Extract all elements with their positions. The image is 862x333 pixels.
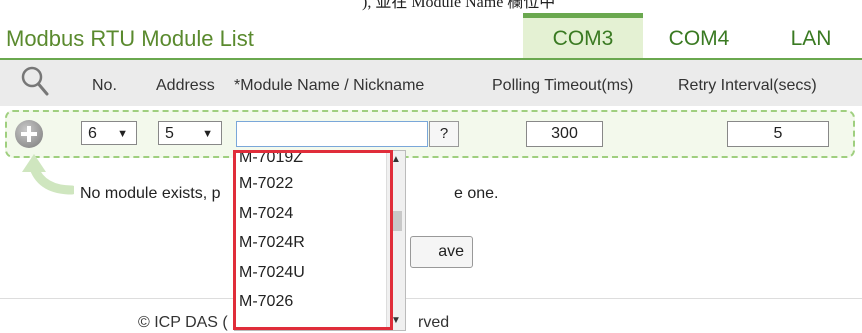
empty-message-tail: e one.	[454, 185, 499, 202]
empty-message: No module exists, p	[80, 185, 221, 202]
retry-interval-input[interactable]: 5	[727, 121, 829, 147]
dropdown-scrollbar[interactable]: ▲ ▼	[386, 151, 405, 330]
add-module-row: 6 ▼ 5 ▼ ? 300 5	[5, 110, 855, 158]
column-no: No.	[92, 77, 117, 94]
add-icon[interactable]	[15, 120, 43, 148]
dropdown-option[interactable]: M-7019Z	[235, 151, 389, 169]
tab-com4[interactable]: COM4	[648, 18, 750, 58]
tab-lan[interactable]: LAN	[760, 18, 862, 58]
chevron-down-icon: ▼	[202, 128, 213, 140]
no-select[interactable]: 6 ▼	[81, 121, 137, 145]
column-retry-interval: Retry Interval(secs)	[678, 77, 817, 94]
search-icon[interactable]	[20, 65, 50, 97]
scroll-up-icon[interactable]: ▲	[387, 151, 405, 169]
address-select[interactable]: 5 ▼	[158, 121, 222, 145]
tab-com3[interactable]: COM3	[523, 13, 643, 62]
scroll-thumb[interactable]	[390, 211, 402, 231]
footer-divider	[0, 298, 862, 299]
column-polling-timeout: Polling Timeout(ms)	[492, 77, 634, 94]
caption-strip: ), 並在 Module Name 欄位中	[0, 0, 862, 14]
column-address: Address	[156, 77, 215, 94]
dropdown-option[interactable]: M-7024R	[235, 228, 389, 258]
save-button[interactable]: ave	[410, 236, 473, 268]
help-button[interactable]: ?	[429, 121, 459, 147]
column-header-row: No. Address *Module Name / Nickname Poll…	[0, 60, 862, 106]
page-title: Modbus RTU Module List	[6, 26, 254, 51]
module-name-dropdown[interactable]: M-7019Z M-7022 M-7024 M-7024R M-7024U M-…	[234, 150, 406, 331]
no-select-value: 6	[88, 125, 97, 142]
module-name-input[interactable]	[236, 121, 428, 147]
dropdown-option[interactable]: M-7026	[235, 287, 389, 317]
dropdown-list: M-7019Z M-7022 M-7024 M-7024R M-7024U M-…	[235, 151, 389, 317]
caption-text: ), 並在 Module Name 欄位中	[362, 0, 556, 11]
copyright-text-tail: rved	[418, 314, 450, 331]
address-select-value: 5	[165, 125, 174, 142]
polling-timeout-input[interactable]: 300	[526, 121, 603, 147]
dropdown-option[interactable]: M-7024U	[235, 258, 389, 288]
dropdown-option[interactable]: M-7024	[235, 199, 389, 229]
scroll-down-icon[interactable]: ▼	[387, 312, 405, 330]
column-module-name: *Module Name / Nickname	[234, 77, 425, 94]
dropdown-option[interactable]: M-7022	[235, 169, 389, 199]
copyright-text: © ICP DAS (	[138, 314, 228, 331]
curved-arrow-icon	[22, 154, 74, 195]
chevron-down-icon: ▼	[117, 128, 128, 140]
